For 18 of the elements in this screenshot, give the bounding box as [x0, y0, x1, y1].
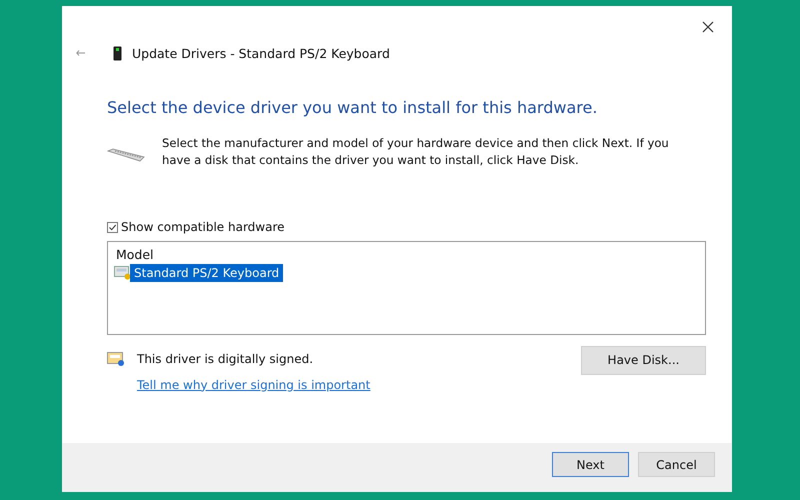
- instruction-text: Select the manufacturer and model of your hardware device and then click Next. If you have a disk that contains the driver you want to install, click Have Disk.: [162, 135, 670, 169]
- close-icon[interactable]: [702, 21, 714, 33]
- keyboard-icon: [107, 148, 145, 162]
- back-arrow-icon[interactable]: [76, 50, 85, 56]
- device-icon: [113, 46, 122, 60]
- next-button[interactable]: Next: [552, 452, 629, 477]
- driver-icon: [114, 265, 131, 280]
- driver-signing-link[interactable]: Tell me why driver signing is important: [137, 378, 370, 392]
- page-heading: Select the device driver you want to install for this hardware.: [107, 98, 598, 117]
- cancel-button[interactable]: Cancel: [638, 452, 715, 477]
- column-header[interactable]: Model: [116, 246, 154, 262]
- have-disk-button[interactable]: Have Disk...: [581, 346, 706, 374]
- certificate-icon: [107, 352, 125, 366]
- model-list-item[interactable]: Standard PS/2 Keyboard: [130, 264, 284, 282]
- window-title: Update Drivers - Standard PS/2 Keyboard: [132, 46, 390, 60]
- checkmark-icon: [108, 222, 117, 232]
- signature-status-text: This driver is digitally signed.: [137, 352, 314, 366]
- compatible-hardware-checkbox[interactable]: Show compatible hardware: [107, 220, 284, 234]
